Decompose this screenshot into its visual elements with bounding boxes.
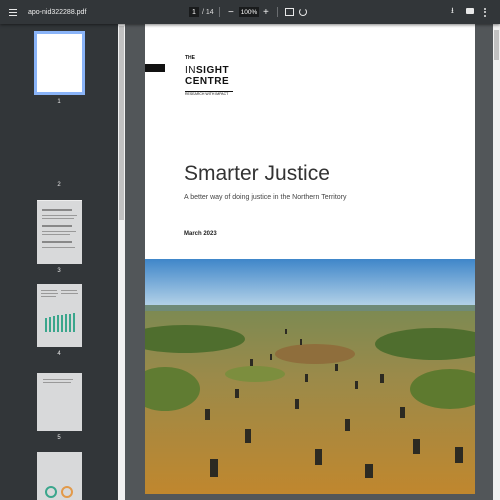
document-subtitle: A better way of doing justice in the Nor… — [184, 194, 347, 201]
thumbnail-content — [45, 486, 73, 498]
pdf-toolbar: apo-nid322288.pdf 1 / 14 − 100% + ⭳ — [0, 0, 500, 24]
toolbar-divider — [219, 7, 220, 17]
page-number-input[interactable]: 1 — [189, 7, 199, 17]
more-options-icon[interactable] — [484, 0, 486, 24]
thumbnail-label: 4 — [57, 351, 61, 357]
file-name: apo-nid322288.pdf — [28, 8, 87, 16]
page-total: / 14 — [202, 8, 214, 16]
zoom-input[interactable]: 100% — [239, 7, 259, 17]
main-scrollbar-thumb[interactable] — [494, 30, 499, 60]
fit-page-icon[interactable] — [285, 8, 294, 16]
thumbnail-sidebar: 1 2 3 4 5 — [0, 24, 118, 500]
logo-accent-bar — [145, 64, 165, 72]
thumbnail-content — [42, 209, 77, 248]
thumbnail-page-3[interactable] — [37, 201, 82, 264]
toolbar-divider — [277, 7, 278, 17]
thumbnail-content — [41, 290, 78, 332]
menu-icon[interactable] — [8, 0, 18, 24]
thumbnail-page-6[interactable] — [37, 452, 82, 500]
download-icon[interactable]: ⭳ — [451, 0, 454, 24]
thumbnail-label: 5 — [57, 435, 61, 441]
sidebar-scrollbar-thumb[interactable] — [119, 26, 124, 220]
thumbnail-page-4[interactable] — [37, 284, 82, 347]
document-date: March 2023 — [184, 231, 217, 237]
document-title: Smarter Justice — [184, 162, 330, 185]
pdf-page: THE INSIGHT CENTRE RESEARCH WITH IMPACT … — [145, 24, 475, 494]
cover-photo — [145, 259, 475, 494]
thumbnail-page-5[interactable] — [37, 373, 82, 431]
rotate-icon[interactable] — [299, 8, 307, 16]
zoom-out-button[interactable]: − — [228, 0, 234, 24]
thumbnail-label: 1 — [57, 99, 61, 105]
main-scrollbar[interactable] — [493, 24, 500, 500]
print-icon[interactable] — [466, 8, 474, 14]
thumbnail-label: 2 — [57, 182, 61, 188]
zoom-in-button[interactable]: + — [263, 0, 269, 24]
thumbnail-label: 3 — [57, 268, 61, 274]
insight-centre-logo: THE INSIGHT CENTRE RESEARCH WITH IMPACT — [185, 56, 233, 97]
thumbnail-content — [43, 379, 73, 383]
thumbnail-page-1[interactable] — [34, 31, 85, 95]
